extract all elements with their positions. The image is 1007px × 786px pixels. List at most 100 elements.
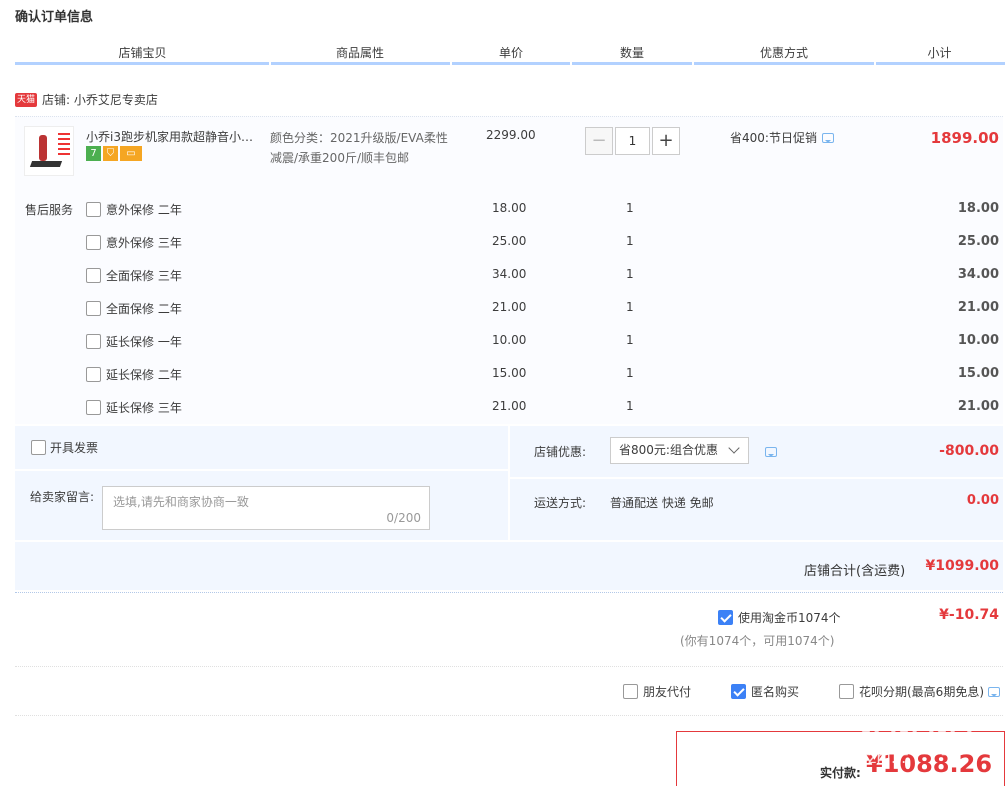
increase-button[interactable]: + <box>652 127 680 155</box>
chat-icon[interactable] <box>821 132 834 143</box>
header-underline <box>15 62 269 65</box>
invoice-option[interactable]: 开具发票 <box>31 439 98 456</box>
brand-guarantee-icon: ⛉ <box>103 146 118 161</box>
service-checkbox[interactable] <box>86 334 101 349</box>
anonymous-label: 匿名购买 <box>751 685 800 699</box>
shop-discount-label: 店铺优惠: <box>534 445 587 459</box>
coin-option[interactable]: 使用淘金币1074个 <box>718 609 841 626</box>
quantity-input[interactable]: 1 <box>615 127 650 155</box>
service-row: 全面保修 二年 21.00 1 21.00 <box>0 300 1007 333</box>
product-name-link[interactable]: 小乔i3跑步机家用款超静音小型… <box>86 128 264 145</box>
service-row: 意外保修 二年 18.00 1 18.00 <box>0 201 1007 234</box>
seven-day-return-icon: 7 <box>86 146 101 161</box>
header-promo: 优惠方式 <box>759 46 808 60</box>
unit-price: 2299.00 <box>486 128 536 142</box>
message-textarea[interactable]: 选填,请先和商家协商一致 0/200 <box>102 486 430 530</box>
attr-line: 颜色分类：2021升级版/EVA柔性 <box>270 131 448 145</box>
huabei-option[interactable]: 花呗分期(最高6期免息) <box>839 683 1000 700</box>
service-row: 意外保修 三年 25.00 1 25.00 <box>0 234 1007 267</box>
shipping-method: 普通配送 快递 免邮 <box>610 496 714 510</box>
shipping-price: 0.00 <box>966 493 999 508</box>
chat-icon[interactable] <box>765 447 777 457</box>
service-subtotal: 34.00 <box>957 267 999 282</box>
service-checkbox[interactable] <box>86 202 101 217</box>
header-subtotal: 小计 <box>927 46 952 60</box>
header-underline <box>876 62 1005 65</box>
coin-label: 使用淘金币1074个 <box>738 611 841 625</box>
credit-card-icon: ▭ <box>120 146 142 161</box>
service-name: 延长保修 一年 <box>106 335 182 349</box>
service-subtotal: 15.00 <box>957 366 999 381</box>
header-item: 店铺宝贝 <box>118 46 167 60</box>
service-name: 延长保修 三年 <box>106 401 182 415</box>
promo-text: 省400:节日促销 <box>730 131 817 145</box>
service-checkbox[interactable] <box>86 268 101 283</box>
message-counter: 0/200 <box>386 511 421 525</box>
service-subtotal: 25.00 <box>957 234 999 249</box>
product-attributes: 颜色分类：2021升级版/EVA柔性 减震/承重200斤/顺丰包邮 <box>270 128 470 168</box>
header-underline <box>694 62 874 65</box>
item-subtotal: 1899.00 <box>930 129 999 147</box>
service-qty: 1 <box>626 366 634 380</box>
service-subtotal: 18.00 <box>957 201 999 216</box>
service-qty: 1 <box>626 267 634 281</box>
header-price: 单价 <box>498 46 523 60</box>
service-checkbox[interactable] <box>86 367 101 382</box>
invoice-checkbox[interactable] <box>31 440 46 455</box>
service-row: 延长保修 二年 15.00 1 15.00 <box>0 366 1007 399</box>
service-qty: 1 <box>626 300 634 314</box>
shop-row: 天猫 店铺: 小乔艾尼专卖店 <box>15 91 158 108</box>
service-price: 10.00 <box>492 333 527 347</box>
page-title: 确认订单信息 <box>15 10 94 25</box>
service-subtotal: 21.00 <box>957 399 999 414</box>
huabei-label: 花呗分期(最高6期免息) <box>859 685 984 699</box>
divider <box>15 666 1003 667</box>
divider <box>15 715 1003 716</box>
service-name: 延长保修 二年 <box>106 368 182 382</box>
decrease-button[interactable]: − <box>585 127 613 155</box>
friend-pay-option[interactable]: 朋友代付 <box>623 683 691 700</box>
shop-name[interactable]: 店铺: 小乔艾尼专卖店 <box>42 91 158 108</box>
coin-note: (你有1074个，可用1074个) <box>680 634 835 648</box>
service-subtotal: 10.00 <box>957 333 999 348</box>
anonymous-checkbox[interactable] <box>731 684 746 699</box>
service-price: 18.00 <box>492 201 527 215</box>
watermark-site: zhi... <box>868 748 907 767</box>
coin-checkbox[interactable] <box>718 610 733 625</box>
service-row: 延长保修 一年 10.00 1 10.00 <box>0 333 1007 366</box>
coin-value: ¥-10.74 <box>939 607 999 623</box>
service-qty: 1 <box>626 333 634 347</box>
service-name: 意外保修 二年 <box>106 203 182 217</box>
header-underline <box>452 62 570 65</box>
service-price: 15.00 <box>492 366 527 380</box>
chevron-down-icon <box>728 442 740 454</box>
friend-pay-checkbox[interactable] <box>623 684 638 699</box>
shop-total-label: 店铺合计(含运费) <box>804 564 906 579</box>
message-placeholder: 选填,请先和商家协商一致 <box>113 495 249 509</box>
service-price: 21.00 <box>492 300 527 314</box>
chat-icon[interactable] <box>988 686 1000 697</box>
header-underline <box>271 62 450 65</box>
header-underline <box>572 62 692 65</box>
service-checkbox[interactable] <box>86 400 101 415</box>
anonymous-option[interactable]: 匿名购买 <box>731 683 799 700</box>
shop-discount-select[interactable]: 省800元:组合优惠 <box>610 437 749 464</box>
service-row: 全面保修 三年 34.00 1 34.00 <box>0 267 1007 300</box>
service-name: 全面保修 二年 <box>106 302 182 316</box>
service-name: 全面保修 三年 <box>106 269 182 283</box>
huabei-checkbox[interactable] <box>839 684 854 699</box>
friend-pay-label: 朋友代付 <box>643 685 692 699</box>
product-image[interactable] <box>24 126 74 176</box>
invoice-label: 开具发票 <box>50 441 99 455</box>
service-price: 34.00 <box>492 267 527 281</box>
service-checkbox[interactable] <box>86 235 101 250</box>
service-qty: 1 <box>626 234 634 248</box>
service-checkbox[interactable] <box>86 301 101 316</box>
product-badges: 7 ⛉ ▭ <box>86 146 142 161</box>
service-qty: 1 <box>626 201 634 215</box>
shop-discount-selected: 省800元:组合优惠 <box>619 443 718 457</box>
promo-info: 省400:节日促销 <box>730 129 834 146</box>
tmall-icon: 天猫 <box>15 92 38 107</box>
service-price: 25.00 <box>492 234 527 248</box>
service-qty: 1 <box>626 399 634 413</box>
